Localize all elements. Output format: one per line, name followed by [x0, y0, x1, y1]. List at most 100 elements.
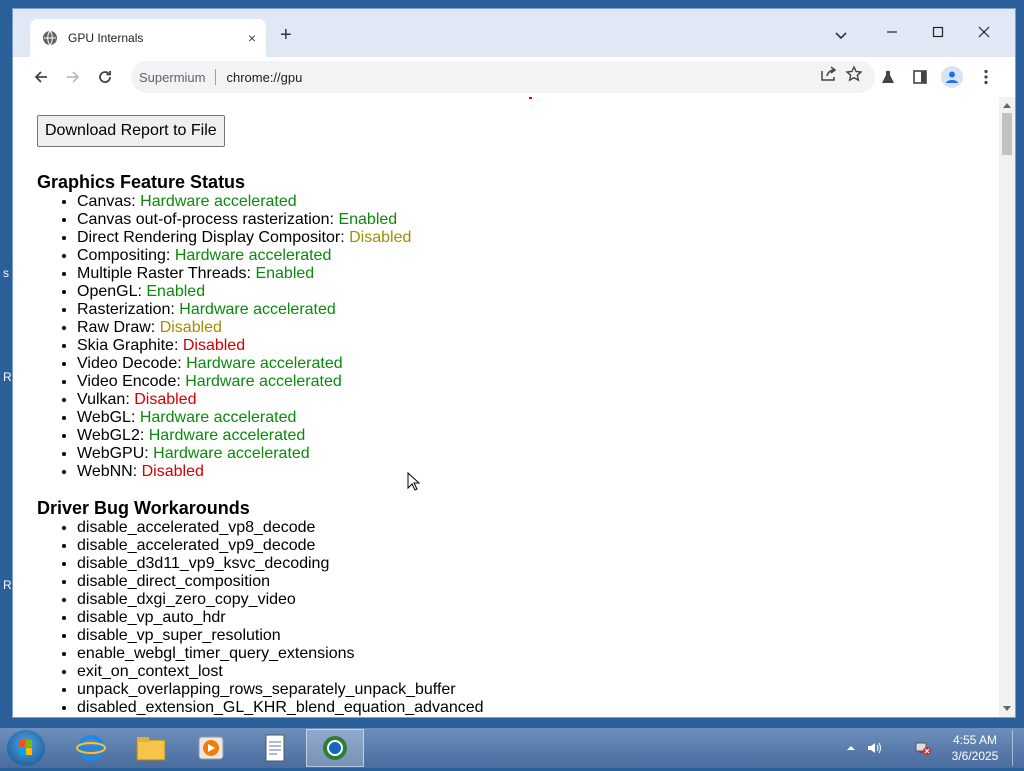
kebab-menu-icon [984, 69, 988, 85]
feature-status-item: Video Encode: Hardware accelerated [77, 373, 411, 391]
bookmark-star-icon[interactable] [845, 65, 863, 83]
workaround-item: disable_accelerated_vp8_decode [77, 519, 484, 537]
feature-status-item: Vulkan: Disabled [77, 391, 411, 409]
desktop-icon-label: R [3, 578, 12, 592]
close-icon [978, 26, 990, 38]
scroll-down-arrow-icon[interactable] [1003, 706, 1011, 711]
workaround-item: disable_vp_auto_hdr [77, 609, 484, 627]
share-icon[interactable] [819, 65, 837, 83]
feature-status-item: WebGL: Hardware accelerated [77, 409, 411, 427]
feature-status-item: Raw Draw: Disabled [77, 319, 411, 337]
feature-status-value: Hardware accelerated [140, 193, 297, 210]
show-hidden-icons-icon[interactable] [846, 743, 856, 753]
feature-status-item: Skia Graphite: Disabled [77, 337, 411, 355]
vertical-scrollbar[interactable] [999, 97, 1015, 717]
feature-status-item: Direct Rendering Display Compositor: Dis… [77, 229, 411, 247]
toolbar: Supermium chrome://gpu [13, 57, 1015, 97]
workaround-item: disable_direct_composition [77, 573, 484, 591]
feature-status-value: Hardware accelerated [186, 355, 343, 372]
feature-status-item: WebGL2: Hardware accelerated [77, 427, 411, 445]
mouse-pointer-icon [407, 472, 421, 491]
feature-name: WebGL: [77, 409, 140, 426]
workarounds-list: disable_accelerated_vp8_decodedisable_ac… [37, 519, 484, 717]
feature-status-item: Canvas out-of-process rasterization: Ena… [77, 211, 411, 229]
flask-icon [882, 71, 894, 83]
feature-status-value: Disabled [182, 337, 246, 354]
new-tab-button[interactable]: + [280, 25, 292, 45]
maximize-icon [932, 26, 944, 38]
feature-status-item: Canvas: Hardware accelerated [77, 193, 411, 211]
side-panel-icon [913, 70, 927, 84]
profile-button[interactable] [941, 66, 963, 88]
feature-name: Multiple Raster Threads: [77, 265, 256, 282]
taskbar-internet-explorer[interactable] [62, 729, 120, 767]
minimize-icon [887, 31, 897, 33]
feature-name: Video Encode: [77, 373, 186, 390]
taskbar-supermium[interactable] [306, 729, 364, 767]
back-button[interactable] [29, 65, 53, 89]
system-clock[interactable]: 4:55 AM 3/6/2025 [940, 732, 1010, 764]
feature-name: WebNN: [77, 463, 142, 480]
network-disconnected-icon [915, 742, 931, 755]
browser-app-icon [323, 736, 347, 760]
volume-button[interactable] [866, 728, 884, 768]
feature-name: WebGL2: [77, 427, 149, 444]
clock-date: 3/6/2025 [951, 749, 999, 763]
feature-status-value: Hardware accelerated [148, 427, 306, 444]
workaround-item: enable_webgl_timer_query_extensions [77, 645, 484, 663]
workaround-item: disable_d3d11_vp9_ksvc_decoding [77, 555, 484, 573]
title-bar: GPU Internals × + [13, 9, 1015, 57]
site-name: Supermium [139, 69, 206, 85]
desktop-icon-label: R [3, 370, 12, 384]
workaround-item: disable_accelerated_vp9_decode [77, 537, 484, 555]
show-desktop-button[interactable] [1012, 730, 1023, 766]
taskbar-notepad[interactable] [246, 729, 304, 767]
taskbar: 4:55 AM 3/6/2025 [0, 728, 1024, 768]
tab-gpu-internals[interactable]: GPU Internals × [30, 19, 266, 57]
feature-name: WebGPU: [77, 445, 154, 462]
feature-status-item: Rasterization: Hardware accelerated [77, 301, 411, 319]
feature-name: Skia Graphite: [77, 337, 183, 354]
reload-icon [99, 71, 111, 83]
feature-status-value: Enabled [255, 265, 315, 282]
start-button[interactable] [7, 730, 45, 766]
feature-status-item: Multiple Raster Threads: Enabled [77, 265, 411, 283]
feature-status-list: Canvas: Hardware acceleratedCanvas out-o… [37, 193, 411, 481]
feature-status-value: Enabled [146, 283, 206, 300]
feature-status-value: Disabled [349, 229, 412, 246]
workaround-item: exit_on_context_lost [77, 663, 484, 681]
feature-status-value: Disabled [159, 319, 222, 336]
maximize-button[interactable] [915, 17, 961, 47]
minimize-button[interactable] [869, 17, 915, 47]
tab-title: GPU Internals [68, 31, 144, 45]
media-player-icon [198, 736, 224, 760]
download-report-button[interactable]: Download Report to File [37, 115, 225, 147]
scroll-up-arrow-icon[interactable] [1003, 103, 1011, 108]
internet-explorer-icon [76, 735, 106, 761]
address-bar[interactable]: Supermium chrome://gpu [131, 61, 875, 93]
labs-button[interactable] [879, 68, 897, 86]
cut-off-red-text [529, 97, 532, 99]
feature-status-value: Hardware accelerated [185, 373, 342, 390]
network-button[interactable] [914, 728, 932, 768]
system-tray [846, 728, 856, 768]
taskbar-file-explorer[interactable] [122, 729, 180, 767]
taskbar-media-player[interactable] [182, 729, 240, 767]
desktop-icon-label: s [3, 266, 9, 280]
feature-status-value: Disabled [134, 391, 197, 408]
scroll-thumb[interactable] [1002, 113, 1012, 155]
feature-status-value: Enabled [338, 211, 398, 228]
menu-button[interactable] [977, 68, 995, 86]
reload-button[interactable] [93, 65, 117, 89]
forward-arrow-icon [67, 71, 80, 83]
page-content: Download Report to File Graphics Feature… [13, 97, 1015, 717]
feature-status-value: Hardware accelerated [153, 445, 310, 462]
chevron-down-icon[interactable] [833, 27, 849, 43]
side-panel-button[interactable] [911, 68, 929, 86]
windows-logo-icon [19, 740, 32, 755]
workaround-item: disabled_extension_GL_KHR_blend_equation… [77, 699, 484, 717]
tab-close-button[interactable]: × [248, 30, 256, 46]
forward-button[interactable] [61, 65, 85, 89]
close-window-button[interactable] [961, 17, 1007, 47]
clock-time: 4:55 AM [952, 733, 998, 747]
